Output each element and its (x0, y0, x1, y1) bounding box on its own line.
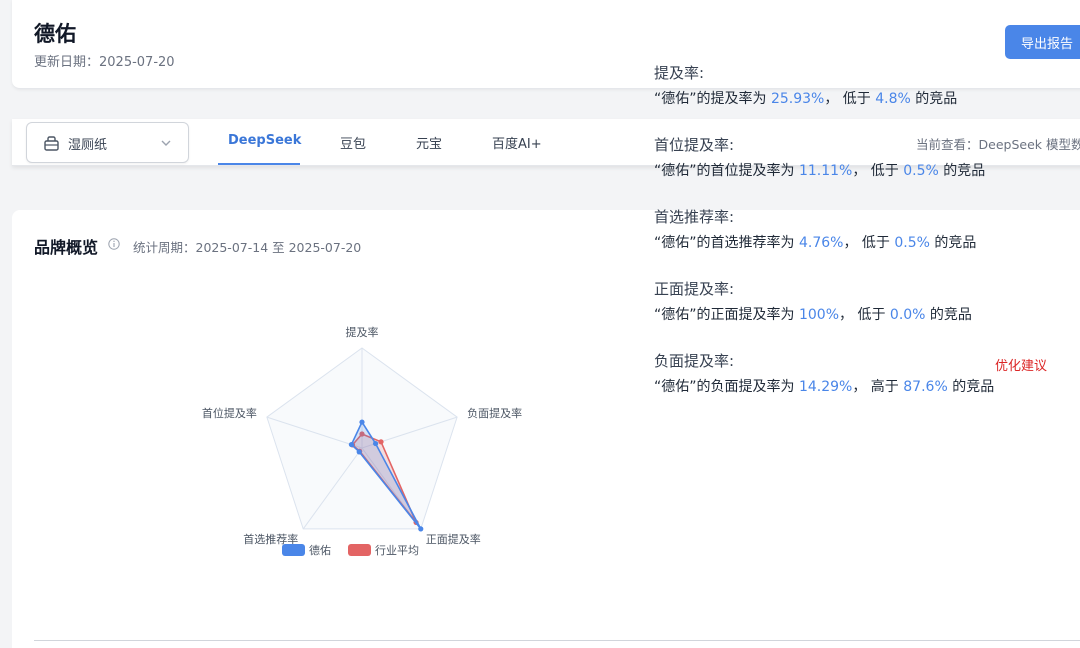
metric-description: “德佑”的首位提及率为 11.11%， 低于 0.5% 的竞品 (654, 163, 986, 179)
metric-first-mention-rate: 首位提及率: “德佑”的首位提及率为 11.11%， 低于 0.5% 的竞品 (654, 134, 1074, 180)
metric-description: “德佑”的提及率为 25.93%， 低于 4.8% 的竞品 (654, 91, 958, 107)
radar-data-point (359, 419, 365, 425)
tab-deepseek[interactable]: DeepSeek (228, 133, 301, 148)
update-date: 更新日期：2025-07-20 (34, 55, 175, 70)
tissue-box-icon (44, 136, 59, 151)
radar-data-point (378, 439, 384, 445)
divider (34, 640, 1080, 641)
metric-top-recommend-rate: 首选推荐率: “德佑”的首选推荐率为 4.76%， 低于 0.5% 的竞品 (654, 206, 1074, 252)
radar-axis-label: 提及率 (346, 325, 379, 339)
radar-axis-label: 负面提及率 (467, 406, 522, 420)
metric-description: “德佑”的正面提及率为 100%， 低于 0.0% 的竞品 (654, 307, 972, 323)
radar-axis-label: 正面提及率 (426, 532, 481, 546)
legend-label: 德佑 (309, 544, 331, 557)
legend-swatch (348, 544, 371, 556)
optimize-suggestion-link[interactable]: 优化建议 (995, 355, 1047, 374)
category-select-value: 湿厕纸 (68, 138, 108, 153)
chevron-down-icon (161, 140, 171, 146)
metric-positive-rate: 正面提及率: “德佑”的正面提及率为 100%， 低于 0.0% 的竞品 (654, 278, 1074, 324)
export-report-button[interactable]: 导出报告 (1005, 25, 1080, 59)
radar-data-point (418, 526, 424, 532)
statistics-period: 统计周期：2025-07-14 至 2025-07-20 (133, 240, 362, 255)
tab-yuanbao[interactable]: 元宝 (416, 133, 442, 152)
metric-title: 正面提及率: (654, 280, 735, 298)
brand-title: 德佑 (34, 22, 76, 46)
info-icon[interactable] (108, 238, 120, 250)
radar-axis-label: 首位提及率 (202, 406, 257, 420)
tab-baidu-ai[interactable]: 百度AI+ (492, 133, 542, 152)
section-title: 品牌概览 (34, 238, 99, 257)
radar-data-point (356, 449, 362, 455)
metric-description: “德佑”的负面提及率为 14.29%， 高于 87.6% 的竞品 (654, 379, 995, 395)
legend-label: 行业平均 (375, 544, 419, 557)
legend-swatch (282, 544, 305, 556)
radar-chart: 提及率负面提及率正面提及率首选推荐率首位提及率 (202, 325, 522, 546)
active-tab-indicator (218, 163, 300, 165)
brand-overview-card: 品牌概览 统计周期：2025-07-14 至 2025-07-20 提及率负面提… (12, 210, 1080, 648)
category-select[interactable]: 湿厕纸 (26, 122, 189, 163)
radar-data-point (348, 441, 355, 448)
metric-mention-rate: 提及率: “德佑”的提及率为 25.93%， 低于 4.8% 的竞品 (654, 62, 1074, 108)
metric-description: “德佑”的首选推荐率为 4.76%， 低于 0.5% 的竞品 (654, 235, 977, 251)
metric-title: 提及率: (654, 64, 705, 82)
tab-doubao[interactable]: 豆包 (340, 133, 366, 152)
metric-title: 首选推荐率: (654, 208, 735, 226)
metric-title: 首位提及率: (654, 136, 735, 154)
radar-data-point (372, 440, 379, 447)
